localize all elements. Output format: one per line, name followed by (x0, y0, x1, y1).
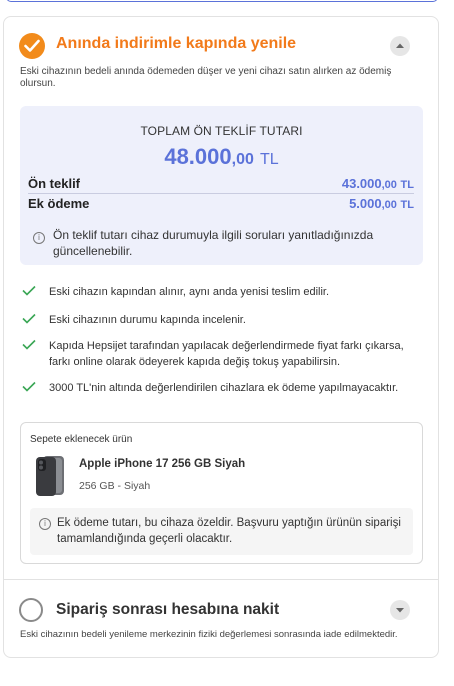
offer-row-integer: 5.000 (349, 196, 382, 211)
chevron-up-icon (396, 43, 404, 48)
offer-total-integer: 48.000 (164, 144, 232, 169)
checkmark-icon (22, 313, 36, 324)
product-note-text: Ek ödeme tutarı, bu cihaza özeldir. Başv… (57, 517, 401, 545)
phone-image (36, 456, 64, 496)
offer-row-label: Ek ödeme (28, 196, 90, 211)
info-icon: i (33, 232, 45, 244)
previous-card-edge (6, 0, 438, 2)
product-heading: Sepete eklenecek ürün (30, 434, 133, 445)
offer-row-decimal: ,00 (381, 199, 397, 211)
collapse-button[interactable] (390, 36, 410, 56)
option-title[interactable]: Sipariş sonrası hesabına nakit (56, 601, 279, 619)
offer-row-currency: TL (400, 179, 414, 191)
option-instant-discount[interactable]: Anında indirimle kapında yenile Eski cih… (4, 17, 438, 580)
offer-note: Ön teklif tutarı cihaz durumuyla ilgili … (53, 228, 374, 258)
chevron-down-icon (396, 608, 404, 613)
offer-row-value: 5.000,00 TL (349, 196, 414, 211)
checkmark-icon (22, 285, 36, 296)
radio-unselected[interactable] (19, 598, 43, 622)
product-note: i Ek ödeme tutarı, bu cihaza özeldir. Ba… (30, 508, 413, 555)
info-icon: i (39, 518, 51, 530)
offer-total-decimal: ,00 (231, 151, 254, 168)
radio-selected-check-icon[interactable] (19, 33, 45, 59)
offer-title: TOPLAM ÖN TEKLİF TUTARI (140, 124, 303, 138)
offer-row-decimal: ,00 (381, 179, 397, 191)
offer-total-currency: TL (260, 151, 279, 168)
benefit-text: 3000 TL'nin altında değerlendirilen ciha… (49, 382, 399, 394)
offer-row-divider (28, 193, 414, 194)
checkmark-icon (22, 381, 36, 392)
offer-row-value: 43.000,00 TL (342, 176, 414, 191)
option-description: Eski cihazının bedeli yenileme merkezini… (20, 629, 398, 640)
checkmark-icon (22, 339, 36, 350)
offer-total-amount: 48.000,00 TL (20, 144, 423, 170)
benefit-text: Kapıda Hepsijet tarafından yapılacak değ… (49, 340, 404, 368)
offer-summary: TOPLAM ÖN TEKLİF TUTARI 48.000,00 TL Ön … (20, 106, 423, 265)
trade-in-options-card: Anında indirimle kapında yenile Eski cih… (3, 16, 439, 658)
check-icon (24, 39, 40, 52)
product-variant: 256 GB - Siyah (79, 480, 151, 492)
product-name[interactable]: Apple iPhone 17 256 GB Siyah (79, 458, 245, 470)
offer-row-currency: TL (400, 199, 414, 211)
benefit-text: Eski cihazının durumu kapında incelenir. (49, 314, 246, 326)
offer-row-pre-offer: Ön teklif 43.000,00 TL (28, 176, 414, 194)
offer-row-extra-payment: Ek ödeme 5.000,00 TL (28, 196, 414, 214)
offer-row-integer: 43.000 (341, 176, 382, 191)
product-to-add: Sepete eklenecek ürün Apple iPhone 17 25… (20, 422, 423, 564)
expand-button[interactable] (390, 600, 410, 620)
option-title[interactable]: Anında indirimle kapında yenile (56, 35, 296, 53)
option-description: Eski cihazının bedeli anında ödemeden dü… (20, 66, 392, 89)
offer-row-label: Ön teklif (28, 176, 81, 191)
benefit-text: Eski cihazın kapından alınır, aynı anda … (49, 286, 330, 298)
option-cash-after-order[interactable]: Sipariş sonrası hesabına nakit Eski ciha… (4, 580, 438, 658)
